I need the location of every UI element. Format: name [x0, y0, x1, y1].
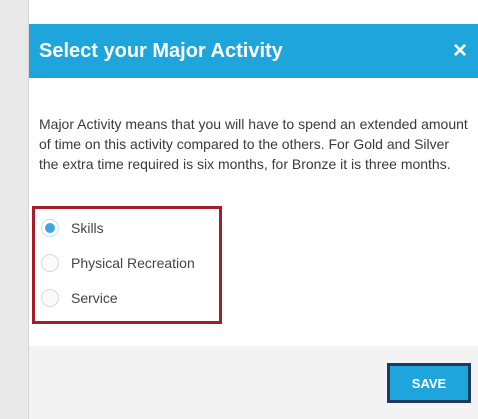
save-button[interactable]: SAVE [387, 363, 471, 403]
major-activity-dialog: Select your Major Activity × Major Activ… [28, 0, 478, 419]
dialog-footer: SAVE [29, 346, 478, 419]
activity-options-highlight: Skills Physical Recreation Service [32, 206, 222, 324]
radio-selected-icon[interactable] [41, 219, 59, 237]
radio-unselected-icon[interactable] [41, 289, 59, 307]
option-label: Skills [71, 220, 104, 236]
radio-unselected-icon[interactable] [41, 254, 59, 272]
radio-option-service[interactable]: Service [41, 287, 118, 309]
dialog-title: Select your Major Activity [39, 39, 283, 62]
radio-option-skills[interactable]: Skills [41, 217, 104, 239]
close-icon[interactable]: × [453, 39, 467, 63]
activity-description: Major Activity means that you will have … [39, 116, 468, 172]
option-label: Physical Recreation [71, 255, 195, 271]
radio-option-physical-recreation[interactable]: Physical Recreation [41, 252, 195, 274]
dialog-header: Select your Major Activity × [29, 24, 478, 78]
option-label: Service [71, 290, 118, 306]
